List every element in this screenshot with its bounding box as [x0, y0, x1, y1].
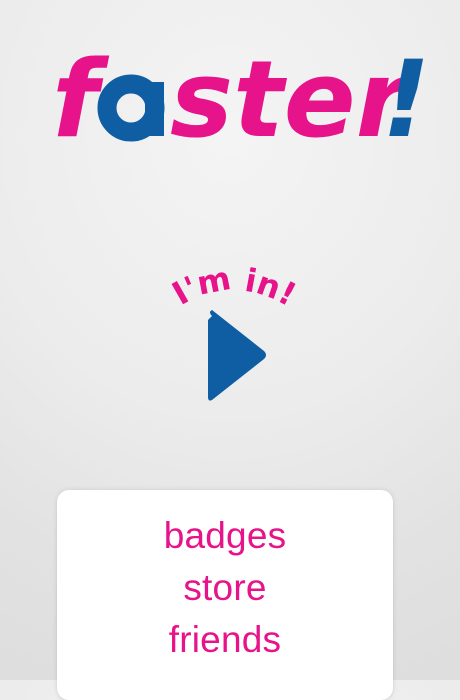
store-button[interactable]: store	[57, 562, 393, 614]
play-button[interactable]: I'm in!	[140, 250, 320, 420]
play-label: I'm in!	[166, 259, 303, 314]
badges-button[interactable]: badges	[57, 510, 393, 562]
logo-letters-ster: ster	[170, 38, 414, 160]
play-triangle-icon	[208, 310, 266, 401]
faster-logo: f ster !	[44, 30, 434, 160]
friends-button[interactable]: friends	[57, 614, 393, 666]
main-menu-screen: { "app": { "logo_prefix": "f", "logo_a":…	[0, 0, 460, 700]
logo-exclamation: !	[382, 38, 430, 160]
menu-card: badges store friends	[57, 490, 393, 700]
